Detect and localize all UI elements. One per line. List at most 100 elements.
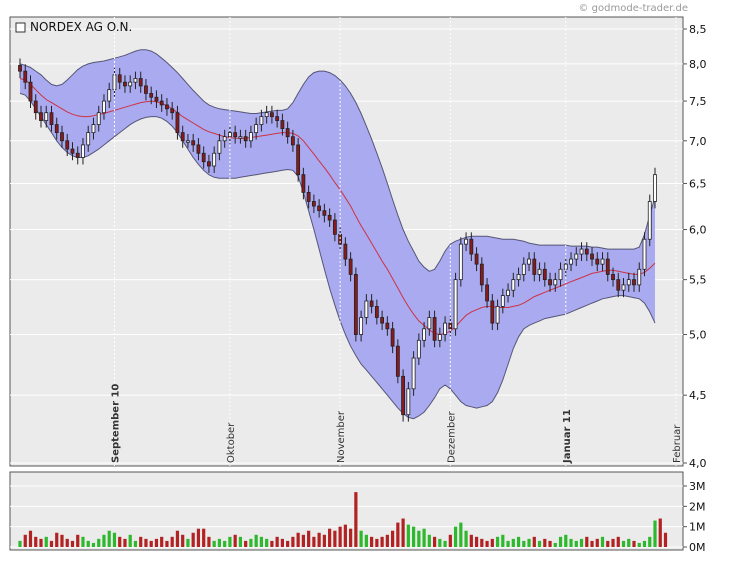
candle-body: [416, 339, 421, 359]
volume-bar: [595, 538, 599, 547]
volume-bar: [569, 538, 573, 547]
candle-body: [138, 78, 143, 87]
candle: [453, 272, 458, 336]
candle: [647, 194, 652, 247]
volume-bar: [70, 540, 75, 547]
volume-bar: [574, 540, 578, 547]
candle-body: [616, 279, 621, 291]
volume-bar: [217, 538, 222, 547]
volume-bar: [328, 528, 332, 547]
candle-body: [264, 112, 269, 118]
candle-body: [117, 74, 122, 83]
candle-body: [474, 253, 479, 265]
candle-body: [521, 263, 526, 275]
candle-body: [154, 96, 159, 102]
volume-bar: [501, 534, 505, 547]
volume-bar: [585, 536, 589, 547]
volume-bar: [149, 540, 153, 547]
volume-bar: [175, 530, 180, 547]
candle-body: [70, 148, 75, 154]
candle-body: [238, 136, 243, 139]
candle-body: [537, 268, 542, 275]
candle-body: [395, 345, 400, 377]
volume-bar: [39, 538, 43, 547]
candle: [353, 267, 358, 342]
candle-body: [233, 132, 238, 138]
volume-bar: [564, 534, 568, 547]
x-tick-label: November: [336, 410, 347, 463]
candle-body: [516, 274, 521, 281]
y-tick-label: 6,5: [689, 177, 707, 190]
candle-body: [243, 136, 248, 142]
candle-body: [647, 201, 652, 240]
volume-bar: [349, 528, 353, 547]
volume-bar: [516, 536, 521, 547]
candle: [458, 237, 463, 287]
volume-bar: [123, 538, 127, 547]
y-tick-label: 8,5: [689, 23, 707, 36]
candle-body: [532, 258, 537, 275]
volume-bar: [233, 534, 237, 547]
volume-bar: [464, 530, 468, 547]
volume-bar: [202, 528, 206, 547]
candle-body: [506, 289, 510, 296]
x-tick-label: September 10: [110, 384, 121, 463]
candle-body: [296, 144, 301, 176]
candle-body: [49, 112, 54, 125]
y-tick-label: 4,0: [689, 457, 707, 470]
volume-bar: [422, 528, 426, 547]
volume-bar: [396, 522, 400, 547]
candle-body: [542, 268, 547, 281]
price-axis: 8,5 8,0 7,5 7,0 6,5 6,0 5,5 5,0 4,5 4,0: [683, 23, 707, 470]
y-tick-label: 6,0: [689, 224, 707, 237]
candle-body: [422, 328, 426, 341]
candle-body: [527, 258, 531, 265]
volume-bar: [270, 540, 274, 547]
candle-body: [595, 258, 600, 265]
volume-bar: [333, 530, 337, 547]
volume-bar: [616, 536, 620, 547]
candle-body: [374, 306, 379, 318]
candle-body: [306, 191, 311, 202]
candle-body: [453, 279, 458, 330]
volume-bar: [417, 530, 421, 547]
candle-body: [212, 152, 217, 167]
volume-bar: [480, 538, 484, 547]
volume-bar: [133, 540, 138, 547]
chart-root: © godmode-trader.de 8,5 8,0 7,5 7,0 6,5 6,0 5,…: [0, 0, 730, 564]
candle-body: [574, 253, 579, 260]
stock-chart: © godmode-trader.de 8,5 8,0 7,5 7,0 6,5 6,0 5,…: [9, 3, 707, 554]
x-tick-label: Dezember: [446, 411, 457, 463]
volume-bar: [23, 534, 27, 547]
volume-bar: [280, 538, 284, 547]
volume-bar: [506, 540, 510, 547]
volume-bar: [291, 536, 295, 547]
candle-body: [632, 279, 636, 286]
x-tick-label: Januar 11: [562, 409, 573, 464]
volume-bar: [86, 540, 90, 547]
candle-body: [191, 140, 196, 146]
candle-body: [642, 238, 647, 270]
volume-bar: [343, 524, 347, 547]
volume-bar: [207, 536, 211, 547]
candle-body: [479, 263, 484, 286]
candle: [411, 351, 416, 396]
candle-body: [144, 85, 148, 94]
volume-bar: [653, 520, 657, 547]
candle-body: [23, 70, 28, 83]
candle-body: [60, 132, 64, 142]
volume-bar: [663, 532, 668, 547]
volume-bar: [385, 534, 389, 547]
volume-bar: [112, 532, 117, 547]
volume-bar: [97, 538, 101, 547]
candle-body: [500, 295, 505, 307]
volume-bar: [228, 536, 232, 547]
volume-bar: [490, 538, 494, 547]
candle-body: [369, 300, 374, 307]
credit-text: © godmode-trader.de: [579, 3, 689, 14]
candle-body: [133, 78, 138, 83]
candle-body: [469, 238, 474, 255]
volume-bar: [370, 536, 374, 547]
candle-body: [637, 268, 642, 286]
candle-body: [285, 128, 290, 138]
